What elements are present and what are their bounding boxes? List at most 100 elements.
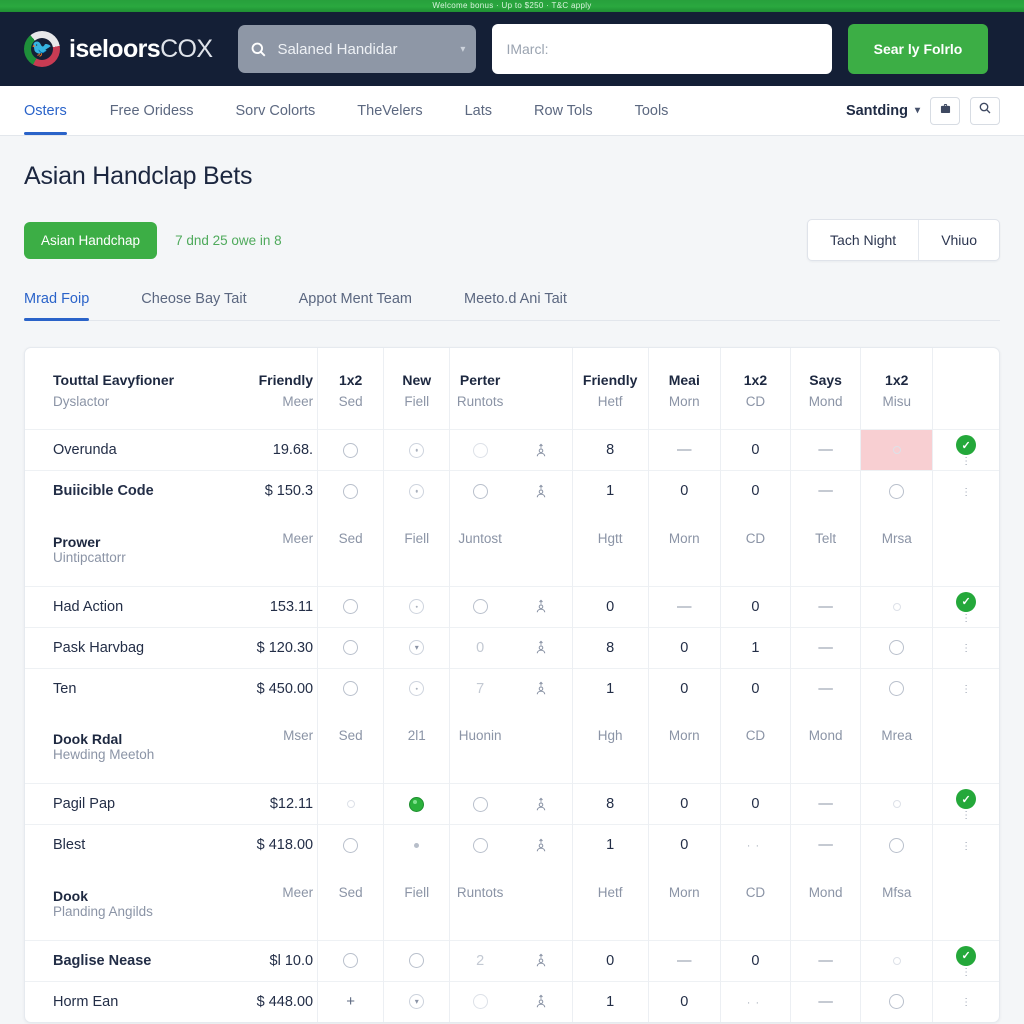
- radio-icon[interactable]: [892, 602, 901, 611]
- row-status-cell[interactable]: ⋮: [932, 824, 999, 866]
- radio-icon[interactable]: [343, 483, 359, 499]
- radio-icon[interactable]: [343, 442, 359, 458]
- radio-icon[interactable]: [892, 446, 901, 455]
- radio-icon[interactable]: [343, 599, 359, 615]
- radio-icon[interactable]: [892, 800, 901, 809]
- radio-dot-icon[interactable]: [409, 681, 425, 697]
- row-menu-icon[interactable]: ⋮: [961, 487, 971, 497]
- table-row[interactable]: Horm Ean $ 448.00 + ▾ 1 0 ·· — ⋮: [25, 980, 999, 1022]
- radio-icon[interactable]: [343, 953, 359, 969]
- row-data-cell: [449, 824, 510, 866]
- tab-appot-ment-team[interactable]: Appot Ment Team: [273, 291, 438, 320]
- tab-mrad-foip[interactable]: Mrad Foip: [24, 291, 115, 321]
- row-status-cell[interactable]: ✓ ⋮: [932, 783, 999, 825]
- radio-selected-icon[interactable]: [409, 796, 425, 812]
- search-input[interactable]: IMarcl:: [492, 24, 832, 74]
- row-status-cell[interactable]: ⋮: [932, 470, 999, 512]
- chevron-down-icon[interactable]: ▾: [409, 994, 425, 1010]
- radio-icon[interactable]: [892, 956, 901, 965]
- person-upload-icon[interactable]: [534, 994, 548, 1009]
- person-upload-icon[interactable]: [534, 838, 548, 853]
- radio-icon[interactable]: [889, 681, 905, 697]
- row-data-cell: [317, 667, 384, 709]
- status-check-icon[interactable]: ✓: [956, 435, 977, 455]
- brand-logo[interactable]: 🐦 iseloorsCOX: [24, 31, 213, 67]
- radio-icon[interactable]: [472, 442, 488, 458]
- row-menu-icon[interactable]: ⋮: [961, 967, 971, 977]
- radio-icon[interactable]: [889, 994, 905, 1010]
- person-upload-icon[interactable]: [534, 443, 548, 458]
- person-upload-icon[interactable]: [534, 640, 548, 655]
- tab-cheose-bay-tait[interactable]: Cheose Bay Tait: [115, 291, 272, 320]
- row-menu-icon[interactable]: ⋮: [961, 811, 971, 821]
- person-upload-icon[interactable]: [534, 681, 548, 696]
- nav-item-sorv-colorts[interactable]: Sorv Colorts: [215, 86, 337, 135]
- promo-banner: Welcome bonus · Up to $250 · T&C apply: [0, 0, 1024, 12]
- radio-icon[interactable]: [346, 800, 355, 809]
- person-upload-icon[interactable]: [534, 599, 548, 614]
- radio-icon[interactable]: [343, 640, 359, 656]
- nav-item-tools[interactable]: Tools: [614, 86, 690, 135]
- nav-item-row-tols[interactable]: Row Tols: [513, 86, 614, 135]
- table-row[interactable]: Buiicible Code $ 150.3 1 0 0— ⋮: [25, 470, 999, 512]
- view-toggle-tach-night[interactable]: Tach Night: [808, 220, 918, 260]
- row-menu-icon[interactable]: ⋮: [961, 685, 971, 695]
- chevron-down-icon[interactable]: ▾: [409, 640, 425, 656]
- status-check-icon[interactable]: ✓: [956, 789, 977, 809]
- row-status-cell[interactable]: ✓ ⋮: [932, 585, 999, 627]
- row-status-cell[interactable]: ✓ ⋮: [932, 939, 999, 981]
- table-row[interactable]: Blest $ 418.00 1 0 ·· — ⋮: [25, 824, 999, 866]
- radio-icon[interactable]: [343, 837, 359, 853]
- nav-item-thevelers[interactable]: TheVelers: [336, 86, 443, 135]
- table-row[interactable]: Overunda 19.68. 8—0— ✓ ⋮: [25, 429, 999, 471]
- radio-dot-icon[interactable]: [409, 599, 425, 615]
- row-menu-icon[interactable]: ⋮: [961, 613, 971, 623]
- radio-icon[interactable]: [472, 483, 488, 499]
- row-status-cell[interactable]: ⋮: [932, 980, 999, 1022]
- nav-item-lats[interactable]: Lats: [444, 86, 513, 135]
- radio-icon[interactable]: [472, 994, 488, 1010]
- radio-icon[interactable]: [889, 640, 905, 656]
- column-header: Meai: [647, 348, 721, 394]
- radio-icon[interactable]: [889, 483, 905, 499]
- radio-icon[interactable]: [889, 837, 905, 853]
- row-menu-icon[interactable]: ⋮: [961, 841, 971, 851]
- radio-dot-icon[interactable]: [409, 442, 425, 458]
- nav-item-free-oridess[interactable]: Free Oridess: [89, 86, 215, 135]
- person-upload-icon[interactable]: [534, 797, 548, 812]
- plus-icon[interactable]: +: [346, 993, 355, 1010]
- radio-icon[interactable]: [343, 681, 359, 697]
- tab-meetod-ani-tait[interactable]: Meeto.d Ani Tait: [438, 291, 593, 320]
- table-row[interactable]: Pagil Pap $12.11 8 0 0— ✓ ⋮: [25, 783, 999, 825]
- radio-icon[interactable]: [472, 599, 488, 615]
- status-check-icon[interactable]: ✓: [956, 945, 977, 966]
- account-menu[interactable]: Santding ▾: [846, 103, 920, 119]
- row-menu-icon[interactable]: ⋮: [961, 457, 971, 467]
- nav-item-osters[interactable]: Osters: [24, 86, 89, 135]
- radio-icon[interactable]: [409, 953, 425, 969]
- table-row[interactable]: Baglise Nease $l 10.0 2 0—0— ✓ ⋮: [25, 939, 999, 981]
- category-badge[interactable]: Asian Handchap: [24, 221, 158, 259]
- person-upload-icon[interactable]: [534, 953, 548, 968]
- table-row[interactable]: Had Action 153.11 0—0— ✓ ⋮: [25, 585, 999, 627]
- column-subheader: Mrea: [860, 709, 933, 784]
- nav-search-button[interactable]: [970, 96, 1000, 125]
- view-toggle-vhiuo[interactable]: Vhiuo: [918, 220, 999, 260]
- radio-dot-icon[interactable]: [409, 483, 425, 499]
- row-status-cell[interactable]: ⋮: [932, 667, 999, 709]
- search-submit-button[interactable]: Sear ly Folrlo: [848, 24, 988, 74]
- table-row[interactable]: Ten $ 450.00 7 1 0 0— ⋮: [25, 667, 999, 709]
- page-title: Asian Handclap Bets: [24, 162, 253, 190]
- table-row[interactable]: Pask Harvbag $ 120.30 ▾ 0 8 0 1— ⋮: [25, 626, 999, 668]
- status-check-icon[interactable]: ✓: [956, 591, 977, 612]
- row-menu-icon[interactable]: ⋮: [961, 644, 971, 654]
- radio-icon[interactable]: [472, 837, 488, 853]
- scope-select[interactable]: Salaned Handidar ▾: [238, 25, 477, 73]
- briefcase-icon-button[interactable]: [930, 96, 960, 125]
- row-status-cell[interactable]: ⋮: [932, 626, 999, 668]
- row-status-cell[interactable]: ✓ ⋮: [932, 429, 999, 471]
- person-upload-icon[interactable]: [534, 484, 548, 499]
- sub-tab-bar: Mrad Foip Cheose Bay Tait Appot Ment Tea…: [24, 291, 1000, 321]
- row-menu-icon[interactable]: ⋮: [961, 998, 971, 1008]
- radio-icon[interactable]: [472, 796, 488, 812]
